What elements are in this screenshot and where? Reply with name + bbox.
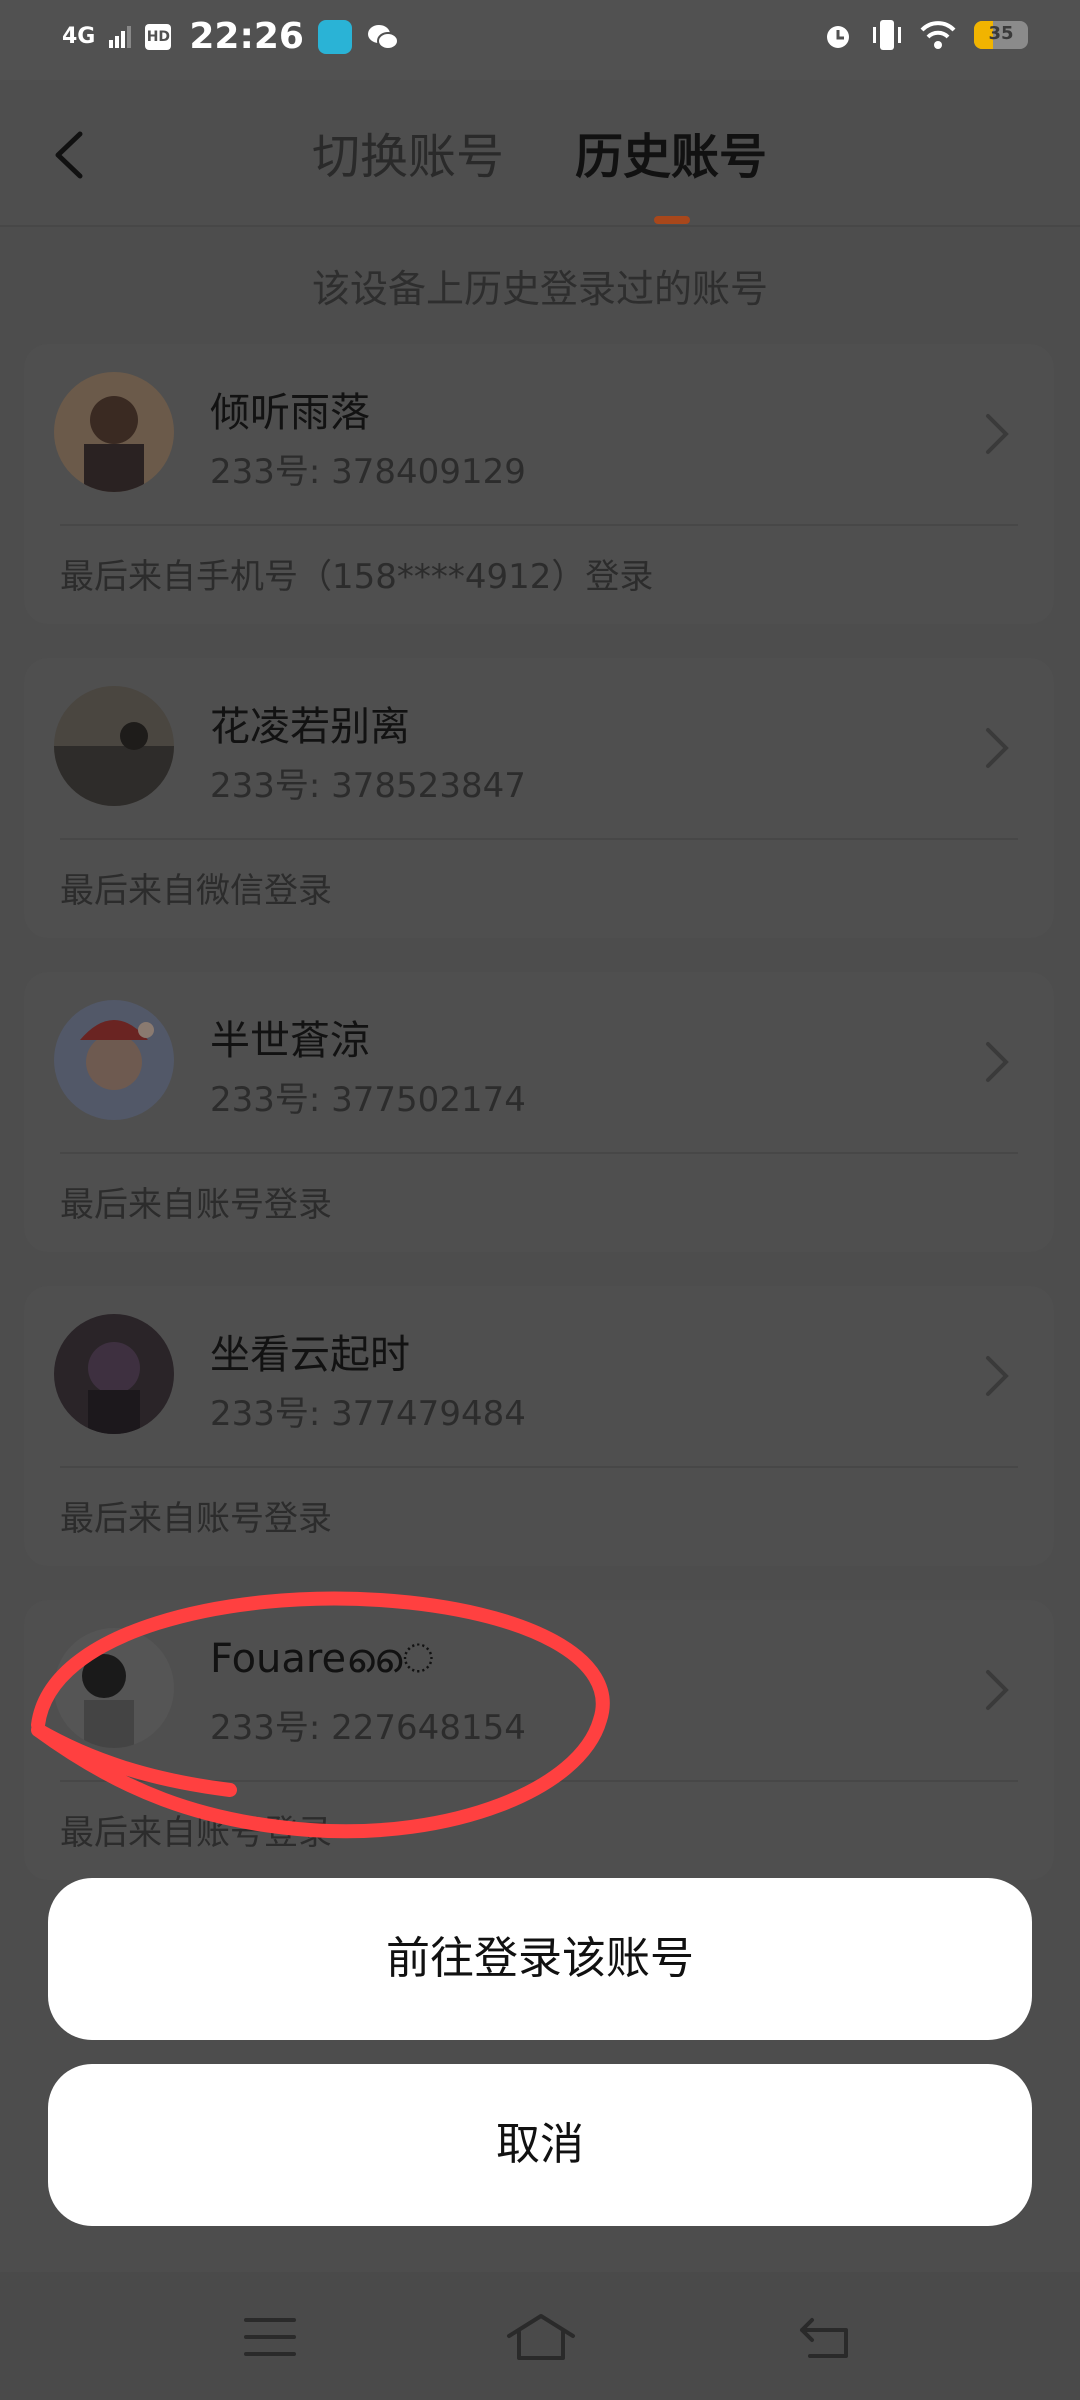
- account-card[interactable]: 倾听雨落 233号: 378409129 最后来自手机号（158****4912…: [24, 344, 1054, 624]
- menu-icon[interactable]: [240, 2312, 300, 2362]
- wechat-icon: [367, 24, 399, 50]
- navigation-bar: [0, 2272, 1080, 2400]
- back-icon[interactable]: [796, 2312, 856, 2362]
- account-id: 233号: 377502174: [210, 1080, 526, 1120]
- login-source: 最后来自手机号（158****4912）登录: [60, 557, 654, 597]
- cancel-button[interactable]: 取消: [48, 2064, 1032, 2226]
- chevron-right-icon: [986, 1670, 1009, 1710]
- red-circle-annotation: [31, 1591, 610, 1839]
- avatar: [54, 372, 174, 492]
- chevron-right-icon: [986, 1356, 1009, 1396]
- account-card[interactable]: 半世蒼涼 233号: 377502174 最后来自账号登录: [24, 972, 1054, 1252]
- page-subtitle: 该设备上历史登录过的账号: [311, 267, 768, 311]
- account-card[interactable]: 坐看云起时 233号: 377479484 最后来自账号登录: [24, 1286, 1054, 1566]
- login-source: 最后来自账号登录: [60, 1499, 332, 1539]
- divider: [60, 1466, 1018, 1468]
- app-notification-icon: [317, 19, 352, 54]
- signal-bars-icon: [109, 25, 132, 48]
- chevron-right-icon: [986, 728, 1009, 768]
- account-name: 坐看云起时: [210, 1332, 410, 1378]
- account-id: 233号: 377479484: [210, 1394, 526, 1434]
- hd-icon: HD: [145, 23, 172, 50]
- avatar: [54, 1314, 174, 1434]
- login-source: 最后来自微信登录: [60, 871, 332, 911]
- chevron-right-icon: [986, 1042, 1009, 1082]
- account-id: 233号: 378409129: [210, 452, 526, 492]
- vibrate-icon: [873, 20, 901, 50]
- wifi-icon: [920, 21, 956, 49]
- login-account-button[interactable]: 前往登录该账号: [48, 1878, 1032, 2040]
- tab-switch-account[interactable]: 切换账号: [312, 122, 504, 192]
- header: 切换账号 历史账号: [0, 80, 1080, 227]
- account-name: 倾听雨落: [210, 390, 370, 436]
- signal-4g-icon: 4G: [62, 23, 96, 49]
- login-source: 最后来自账号登录: [60, 1185, 332, 1225]
- account-name: 半世蒼涼: [210, 1018, 370, 1064]
- avatar: [54, 686, 174, 806]
- divider: [60, 838, 1018, 840]
- alarm-icon: [827, 26, 849, 48]
- status-time: 22:26: [189, 16, 304, 57]
- divider: [60, 524, 1018, 526]
- account-id: 233号: 378523847: [210, 766, 526, 806]
- divider: [60, 1152, 1018, 1154]
- home-icon[interactable]: [505, 2312, 577, 2362]
- avatar: [54, 1000, 174, 1120]
- chevron-left-icon[interactable]: [50, 130, 90, 180]
- status-bar: 4G HD 22:26 35: [0, 0, 1080, 80]
- chevron-right-icon: [986, 414, 1009, 454]
- tab-history-account[interactable]: 历史账号: [575, 122, 767, 192]
- account-name: 花凌若别离: [210, 704, 410, 750]
- battery-icon: 35: [974, 21, 1028, 49]
- account-card[interactable]: 花凌若别离 233号: 378523847 最后来自微信登录: [24, 658, 1054, 938]
- battery-level: 35: [988, 23, 1014, 44]
- tab-indicator: [654, 216, 690, 224]
